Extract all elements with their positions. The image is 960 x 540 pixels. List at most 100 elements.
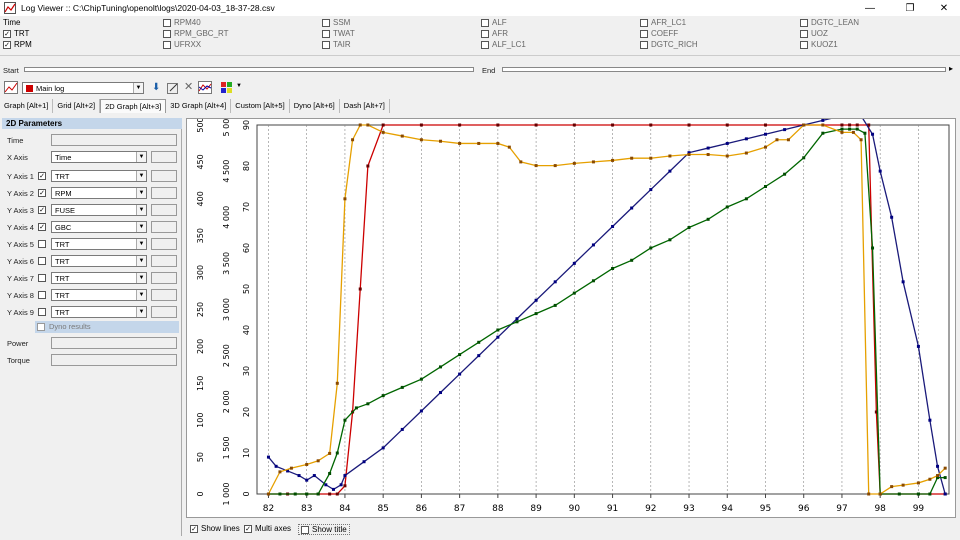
yaxis-select[interactable]: TRT ▼ [51, 306, 147, 318]
yaxis-extra[interactable] [151, 255, 177, 267]
param-checkbox[interactable] [481, 18, 489, 27]
param-checkbox[interactable] [322, 18, 330, 27]
dyno-results-row[interactable]: Dyno results [35, 321, 179, 333]
yaxis-checkbox[interactable] [38, 308, 46, 316]
yaxis-select[interactable]: TRT ▼ [51, 289, 147, 301]
show-lines-checkbox[interactable]: ✓ [190, 524, 198, 533]
multi-axes-checkbox[interactable]: ✓ [244, 524, 252, 533]
param-checkbox[interactable]: ✓ [3, 29, 11, 38]
param-checkbox[interactable] [322, 29, 330, 38]
show-lines-option[interactable]: ✓ Show lines [190, 524, 240, 533]
start-slider[interactable] [24, 67, 474, 72]
param-checkbox[interactable] [481, 40, 489, 49]
chevron-down-icon[interactable]: ▼ [136, 205, 146, 215]
param-coeff[interactable]: COEFF [640, 29, 678, 38]
param-afr[interactable]: AFR [481, 29, 508, 38]
tab-dash[interactable]: Dash [Alt+7] [340, 98, 390, 113]
chevron-down-icon[interactable]: ▼ [136, 152, 146, 162]
download-arrow-icon[interactable]: ⬇ [152, 82, 160, 93]
yaxis-extra[interactable] [151, 272, 177, 284]
param-checkbox[interactable] [163, 29, 171, 38]
yaxis-extra[interactable] [151, 170, 177, 182]
yaxis-extra[interactable] [151, 204, 177, 216]
param-checkbox[interactable] [640, 40, 648, 49]
yaxis-checkbox[interactable] [38, 274, 46, 282]
param-uoz[interactable]: UOZ [800, 29, 828, 38]
chevron-down-icon[interactable]: ▼ [136, 239, 146, 249]
tab-graph[interactable]: Graph [Alt+1] [0, 98, 54, 113]
param-checkbox[interactable] [163, 18, 171, 27]
param-checkbox[interactable] [481, 29, 489, 38]
param-checkbox[interactable] [800, 18, 808, 27]
tab-custom[interactable]: Custom [Alt+5] [231, 98, 290, 113]
yaxis-extra[interactable] [151, 221, 177, 233]
power-input[interactable] [51, 337, 177, 349]
yaxis-checkbox[interactable] [38, 257, 46, 265]
close-button[interactable]: ✕ [930, 0, 958, 16]
chevron-down-icon[interactable]: ▼ [136, 307, 146, 317]
param-kuoz1[interactable]: KUOZ1 [800, 40, 838, 49]
chart-icon[interactable] [4, 81, 18, 96]
yaxis-select[interactable]: TRT ▼ [51, 238, 147, 250]
chart-area[interactable]: 82 83 84 85 86 87 88 89 90 91 92 93 94 95 96 97 98 99 0 50 1… [186, 114, 957, 519]
chevron-down-icon[interactable]: ▼ [136, 188, 146, 198]
param-checkbox[interactable] [800, 40, 808, 49]
slider-scroll-right-icon[interactable]: ▸ [949, 64, 953, 73]
chevron-down-icon[interactable]: ▼ [136, 290, 146, 300]
log-select[interactable]: Main log ▼ [22, 82, 144, 94]
yaxis-select[interactable]: GBC ▼ [51, 221, 147, 233]
param-twat[interactable]: TWAT [322, 29, 355, 38]
param-rpm[interactable]: ✓ RPM [3, 40, 32, 49]
chevron-down-icon[interactable]: ▼ [136, 222, 146, 232]
yaxis-extra[interactable] [151, 238, 177, 250]
param-trt[interactable]: ✓ TRT [3, 29, 29, 38]
palette-dropdown-icon[interactable]: ▼ [236, 83, 242, 89]
yaxis-checkbox[interactable]: ✓ [38, 223, 46, 231]
multi-axes-option[interactable]: ✓ Multi axes [244, 524, 291, 533]
param-alf[interactable]: ALF [481, 18, 507, 27]
yaxis-extra[interactable] [151, 306, 177, 318]
param-checkbox[interactable] [640, 18, 648, 27]
yaxis-extra[interactable] [151, 187, 177, 199]
yaxis-select[interactable]: TRT ▼ [51, 255, 147, 267]
maximize-button[interactable]: ❐ [896, 0, 924, 16]
param-ufrxx[interactable]: UFRXX [163, 40, 201, 49]
end-slider[interactable] [502, 67, 946, 72]
param-checkbox[interactable] [800, 29, 808, 38]
yaxis-select[interactable]: TRT ▼ [51, 170, 147, 182]
tab-grid[interactable]: Grid [Alt+2] [53, 98, 101, 113]
param-tair[interactable]: TAIR [322, 40, 351, 49]
param-checkbox[interactable] [163, 40, 171, 49]
minimize-button[interactable]: — [856, 0, 884, 16]
show-title-checkbox[interactable] [301, 525, 309, 534]
param-checkbox[interactable]: ✓ [3, 40, 11, 49]
param-time[interactable]: Time [3, 18, 20, 27]
yaxis-checkbox[interactable]: ✓ [38, 172, 46, 180]
param-afr-lc1[interactable]: AFR_LC1 [640, 18, 686, 27]
param-rpm40[interactable]: RPM40 [163, 18, 201, 27]
chevron-down-icon[interactable]: ▼ [133, 83, 143, 93]
param-alf-lc1[interactable]: ALF_LC1 [481, 40, 526, 49]
yaxis-extra[interactable] [151, 289, 177, 301]
yaxis-checkbox[interactable] [38, 291, 46, 299]
line-chart[interactable]: 82 83 84 85 86 87 88 89 90 91 92 93 94 95 96 97 98 99 0 50 1… [187, 114, 957, 519]
yaxis-checkbox[interactable]: ✓ [38, 189, 46, 197]
tab-2d-2d[interactable]: 2D Graph [Alt+3] [100, 98, 167, 113]
param-checkbox[interactable] [640, 29, 648, 38]
yaxis-select[interactable]: RPM ▼ [51, 187, 147, 199]
color-palette-icon[interactable] [220, 81, 233, 96]
param-rpm-gbc-rt[interactable]: RPM_GBC_RT [163, 29, 229, 38]
param-dgtc-lean[interactable]: DGTC_LEAN [800, 18, 859, 27]
yaxis-select[interactable]: TRT ▼ [51, 272, 147, 284]
chevron-down-icon[interactable]: ▼ [136, 273, 146, 283]
delete-icon[interactable]: ✕ [184, 80, 193, 93]
torque-input[interactable] [51, 354, 177, 366]
param-ssm[interactable]: SSM [322, 18, 350, 27]
xaxis-select[interactable]: Time ▼ [51, 151, 147, 163]
yaxis-checkbox[interactable] [38, 240, 46, 248]
edit-icon[interactable] [167, 82, 179, 96]
dyno-checkbox[interactable] [37, 323, 45, 331]
yaxis-checkbox[interactable]: ✓ [38, 206, 46, 214]
chart-compare-icon[interactable] [198, 81, 212, 96]
tab-dyno[interactable]: Dyno [Alt+6] [290, 98, 340, 113]
